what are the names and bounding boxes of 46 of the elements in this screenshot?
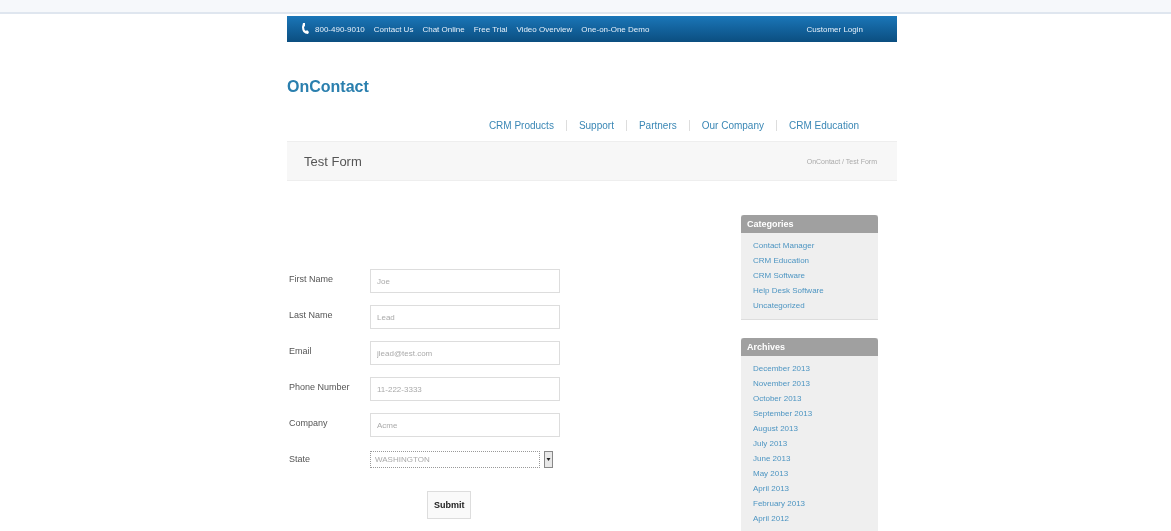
sidebar-link[interactable]: June 2013 (753, 451, 878, 466)
input-field[interactable]: Acme (370, 413, 560, 437)
sidebar-link[interactable]: October 2013 (753, 391, 878, 406)
sidebar-link[interactable]: CRM Software (753, 268, 878, 283)
field-label: State (288, 454, 311, 464)
top-bar-link[interactable]: Video Overview (516, 24, 573, 34)
nav-link[interactable]: CRM Education (775, 119, 871, 131)
nav-link[interactable]: Support (565, 119, 626, 131)
top-bar-link[interactable]: One-on-One Demo (581, 24, 650, 34)
sidebar-link[interactable]: May 2013 (753, 466, 878, 481)
sidebar-link[interactable]: Uncategorized (753, 298, 878, 313)
submit-button[interactable]: Submit (427, 491, 471, 519)
sidebar-link[interactable]: August 2013 (753, 421, 878, 436)
page-title: Test Form (304, 153, 362, 169)
nav-link[interactable]: Our Company (688, 119, 776, 131)
sidebar-link[interactable]: December 2013 (753, 361, 878, 376)
sidebar-link[interactable]: CRM Education (753, 253, 878, 268)
widget-title: Archives (741, 338, 878, 356)
sidebar-link[interactable]: April 2012 (753, 511, 878, 526)
input-field[interactable]: 11-222-3333 (370, 377, 560, 401)
sidebar-link[interactable]: November 2013 (753, 376, 878, 391)
top-bar-link[interactable]: Chat Online (422, 24, 465, 34)
nav-link[interactable]: CRM Products (476, 119, 566, 131)
sidebar-link[interactable]: February 2013 (753, 496, 878, 511)
phone-number[interactable]: 800-490-9010 (315, 24, 365, 34)
nav-link[interactable]: Partners (625, 119, 689, 131)
field-label: Company (288, 418, 329, 428)
top-bar-link[interactable]: Free Trial (473, 24, 508, 34)
customer-login-link[interactable]: Customer Login (806, 24, 863, 34)
sidebar-link[interactable]: Contact Manager (753, 238, 878, 253)
top-bar-link[interactable]: Contact Us (373, 24, 414, 34)
sidebar-link[interactable]: Help Desk Software (753, 283, 878, 298)
field-label: First Name (288, 274, 334, 284)
input-field[interactable]: Lead (370, 305, 560, 329)
field-label: Phone Number (288, 382, 351, 392)
phone-icon (301, 23, 309, 35)
field-label: Last Name (288, 310, 334, 320)
logo[interactable]: OnContact (287, 78, 897, 96)
input-field[interactable]: Joe (370, 269, 560, 293)
sidebar-link[interactable]: July 2013 (753, 436, 878, 451)
input-field[interactable]: jlead@test.com (370, 341, 560, 365)
caret-icon (544, 451, 553, 468)
widget-title: Categories (741, 215, 878, 233)
field-label: Email (288, 346, 313, 356)
sidebar-link[interactable]: April 2013 (753, 481, 878, 496)
sidebar-link[interactable]: September 2013 (753, 406, 878, 421)
